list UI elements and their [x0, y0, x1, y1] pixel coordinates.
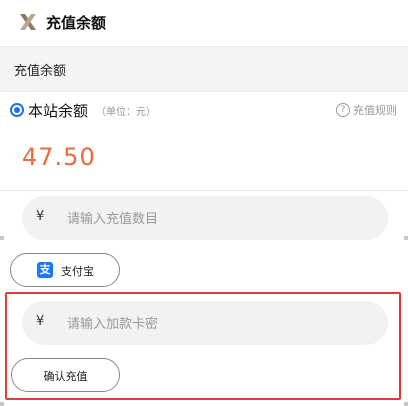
unit-hint: （单位：元） [96, 107, 156, 118]
currency-symbol: ¥ [36, 209, 45, 224]
rules-label: 充值规则 [353, 104, 397, 117]
question-circle-icon: ? [336, 103, 350, 117]
alipay-icon: 支 [37, 262, 53, 278]
divider [0, 190, 408, 191]
edge-marker [0, 402, 4, 406]
recharge-amount-placeholder: 请输入充值数目 [67, 212, 159, 227]
currency-symbol: ¥ [36, 314, 45, 329]
page-title: 充值余额 [46, 14, 107, 32]
balance-amount: 47.50 [22, 143, 96, 171]
recharge-amount-input[interactable]: ¥ 请输入充值数目 [22, 196, 388, 240]
recharge-rules-link[interactable]: ? 充值规则 [336, 102, 397, 118]
confirm-recharge-button[interactable]: 确认充值 [11, 358, 120, 392]
section-title: 充值余额 [14, 64, 67, 79]
header-bar: 充值余额 [0, 0, 408, 44]
balance-radio[interactable] [10, 103, 24, 117]
section-header: 充值余额 [0, 46, 408, 92]
confirm-label: 确认充值 [43, 370, 88, 383]
card-code-placeholder: 请输入加款卡密 [67, 317, 159, 332]
card-code-input[interactable]: ¥ 请输入加款卡密 [22, 301, 388, 345]
edge-marker [404, 236, 408, 240]
alipay-button[interactable]: 支 支付宝 [10, 253, 120, 287]
alipay-label: 支付宝 [61, 265, 94, 278]
x-logo-icon [20, 14, 36, 30]
edge-marker [404, 402, 408, 406]
balance-label: 本站余额 [28, 102, 89, 120]
edge-marker [0, 236, 4, 240]
